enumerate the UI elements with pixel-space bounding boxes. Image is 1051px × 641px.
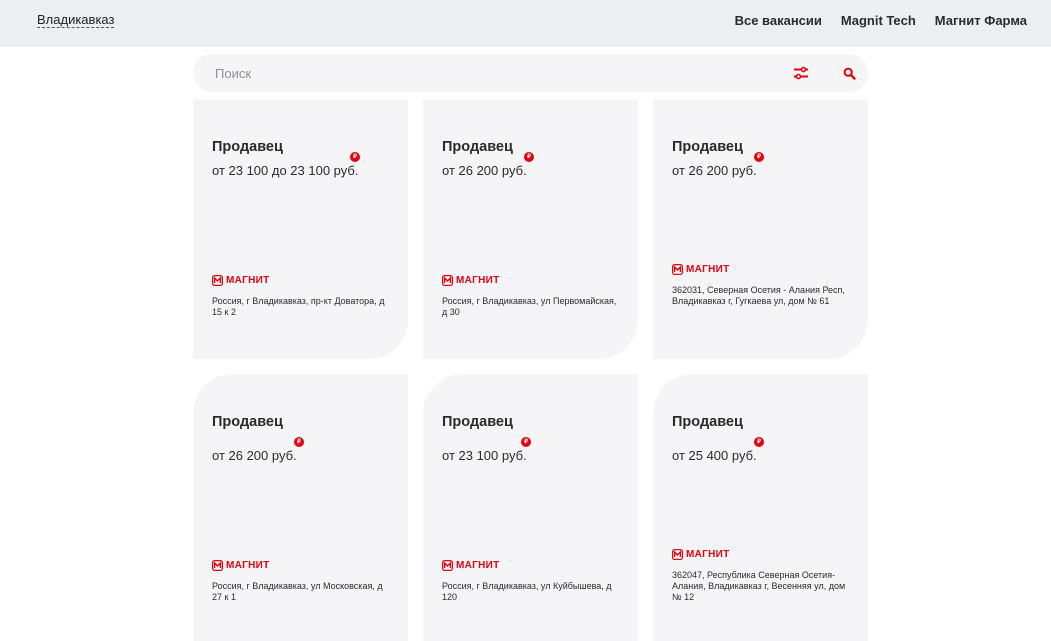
brand-logo: МАГНИТ [672,264,730,275]
vacancy-address: Россия, г Владикавказ, ул Куйбышева, д 1… [442,581,612,602]
search-icon[interactable] [843,67,856,80]
brand-name: МАГНИТ [226,275,270,286]
vacancy-address: Россия, г Владикавказ, ул Московская, д … [212,581,383,602]
vacancy-address: Россия, г Владикавказ, ул Первомайская, … [442,296,617,317]
brand-name: МАГНИТ [456,275,500,286]
magnit-logo-icon [442,560,453,571]
vacancy-salary: от 26 200 руб. [672,163,757,178]
vacancy-salary: от 23 100 до 23 100 руб. [212,163,359,178]
city-selector[interactable]: Владикавказ [37,13,115,28]
brand-name: МАГНИТ [686,264,730,275]
vacancy-card[interactable]: Продавец ₽ от 26 200 руб. МАГНИТ Россия,… [193,374,408,641]
magnit-logo-icon [212,275,223,286]
brand-name: МАГНИТ [686,549,730,560]
filter-sliders-icon[interactable] [794,66,808,80]
vacancy-card[interactable]: Продавец ₽ от 25 400 руб. МАГНИТ 362047,… [653,374,868,641]
top-bar: Владикавказ Все вакансии Magnit Tech Маг… [0,0,1051,47]
vacancy-salary: от 23 100 руб. [442,448,527,463]
magnit-logo-icon [212,560,223,571]
nav-link-magnit-tech[interactable]: Magnit Tech [841,13,916,29]
brand-logo: МАГНИТ [442,275,500,286]
vacancy-card[interactable]: Продавец ₽ от 26 200 руб. МАГНИТ 362031,… [653,99,868,359]
ruble-icon: ₽ [524,152,534,162]
vacancy-salary: от 25 400 руб. [672,448,757,463]
vacancy-title: Продавец [672,414,743,430]
vacancy-address: Россия, г Владикавказ, пр-кт Доватора, д… [212,296,385,317]
brand-logo: МАГНИТ [212,275,270,286]
ruble-icon: ₽ [294,437,304,447]
magnit-logo-icon [672,549,683,560]
vacancy-title: Продавец [212,414,283,430]
vacancy-address: 362031, Северная Осетия - Алания Респ, В… [672,285,845,306]
ruble-icon: ₽ [350,152,360,162]
ruble-icon: ₽ [521,437,531,447]
header-nav: Все вакансии Magnit Tech Магнит Фарма [735,13,1027,29]
vacancy-title: Продавец [672,139,743,155]
vacancy-title: Продавец [442,139,513,155]
search-input[interactable] [215,64,755,82]
vacancy-address: 362047, Республика Северная Осетия-Алани… [672,570,846,602]
vacancy-card[interactable]: Продавец ₽ от 26 200 руб. МАГНИТ Россия,… [423,99,638,359]
magnit-logo-icon [442,275,453,286]
nav-link-all-vacancies[interactable]: Все вакансии [735,13,822,29]
brand-logo: МАГНИТ [212,560,270,571]
vacancy-card[interactable]: Продавец ₽ от 23 100 до 23 100 руб. МАГН… [193,99,408,359]
brand-logo: МАГНИТ [672,549,730,560]
vacancy-title: Продавец [442,414,513,430]
magnit-logo-icon [672,264,683,275]
brand-name: МАГНИТ [226,560,270,571]
search-bar [193,54,868,92]
vacancy-title: Продавец [212,139,283,155]
vacancy-salary: от 26 200 руб. [212,448,297,463]
ruble-icon: ₽ [754,152,764,162]
nav-link-magnit-pharma[interactable]: Магнит Фарма [935,13,1027,29]
brand-name: МАГНИТ [456,560,500,571]
brand-logo: МАГНИТ [442,560,500,571]
vacancy-card[interactable]: Продавец ₽ от 23 100 руб. МАГНИТ Россия,… [423,374,638,641]
vacancy-salary: от 26 200 руб. [442,163,527,178]
ruble-icon: ₽ [754,437,764,447]
